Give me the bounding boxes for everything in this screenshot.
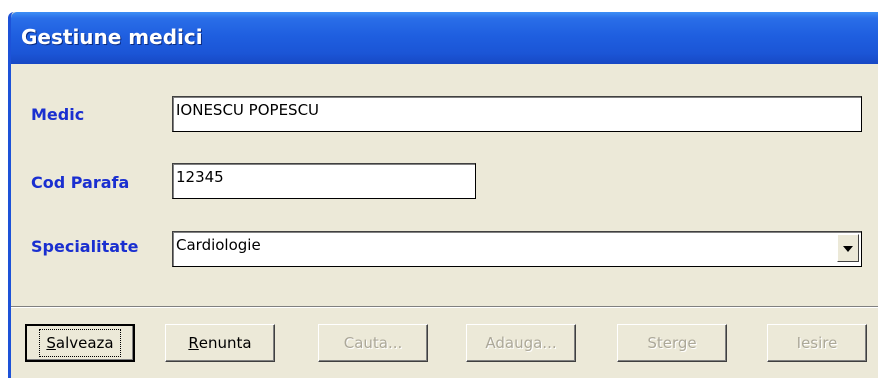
medic-input[interactable]: IONESCU POPESCU (172, 96, 862, 132)
salveaza-button[interactable]: Salveaza (25, 324, 135, 362)
salveaza-rest: alveaza (55, 334, 114, 352)
salveaza-accel: S (46, 334, 56, 352)
renunta-accel: R (188, 334, 199, 352)
cauta-button[interactable]: Cauta... (318, 324, 428, 362)
renunta-rest: enunta (198, 334, 252, 352)
iesire-button[interactable]: Iesire (767, 324, 867, 362)
window-title: Gestiune medici (21, 25, 203, 49)
salveaza-focus: Salveaza (39, 329, 121, 357)
combo-dropdown-button[interactable] (837, 234, 859, 262)
cod-parafa-label: Cod Parafa (31, 173, 130, 192)
medic-label: Medic (31, 105, 85, 124)
specialitate-label: Specialitate (31, 237, 139, 256)
adauga-button[interactable]: Adauga... (466, 324, 576, 362)
cod-parafa-input[interactable]: 12345 (172, 163, 476, 199)
button-separator (11, 306, 878, 308)
renunta-button[interactable]: Renunta (165, 324, 275, 362)
dialog-window: Gestiune medici Medic IONESCU POPESCU Co… (8, 12, 878, 378)
specialitate-value: Cardiologie (176, 236, 261, 254)
sterge-button[interactable]: Sterge (617, 324, 727, 362)
specialitate-select[interactable]: Cardiologie (172, 231, 862, 267)
title-bar[interactable]: Gestiune medici (11, 12, 878, 64)
chevron-down-icon (843, 246, 853, 252)
